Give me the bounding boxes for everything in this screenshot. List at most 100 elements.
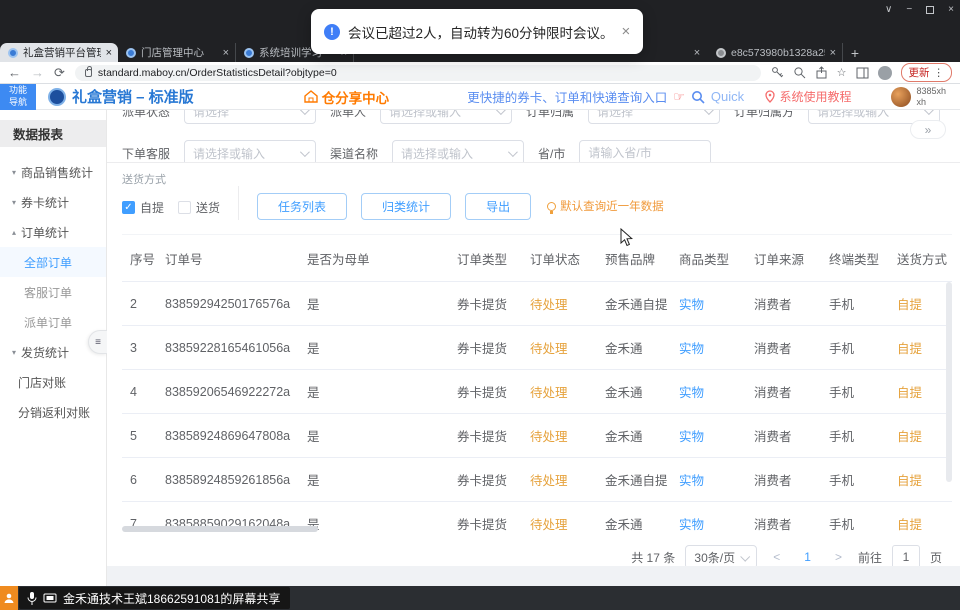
category-stats-button[interactable]: 归类统计 bbox=[361, 193, 451, 220]
table-row: 483859206546922272a是券卡提货待处理金禾通实物消费者手机自提 bbox=[122, 370, 952, 414]
product-type-link[interactable]: 实物 bbox=[669, 470, 744, 489]
sidebar-item-service-orders[interactable]: 客服订单 bbox=[0, 277, 106, 307]
share-icon[interactable] bbox=[815, 66, 828, 79]
chevron-down-icon bbox=[740, 551, 750, 561]
sidebar-item-coupon-stats[interactable]: ▾ 券卡统计 bbox=[0, 187, 106, 217]
table-cell: 待处理 bbox=[520, 338, 595, 357]
column-header: 订单来源 bbox=[744, 249, 819, 268]
new-tab-button[interactable]: + bbox=[843, 43, 867, 62]
quick-search-entry[interactable]: 更快捷的券卡、订单和快递查询入口 ☞ Quick bbox=[467, 87, 744, 106]
minimize-button[interactable]: − bbox=[906, 4, 912, 15]
horizontal-scrollbar[interactable] bbox=[122, 526, 318, 532]
product-type-link[interactable]: 实物 bbox=[669, 294, 744, 313]
zoom-icon[interactable] bbox=[793, 66, 806, 79]
table-cell: 2 bbox=[122, 297, 155, 311]
browser-tab[interactable]: 门店管理中心 × bbox=[118, 43, 236, 62]
sidebar-collapse-handle[interactable]: ≡ bbox=[88, 330, 107, 354]
sidebar-item-product-sales[interactable]: ▾ 商品销售统计 bbox=[0, 157, 106, 187]
table-cell: 金禾通 bbox=[595, 338, 669, 357]
next-page-icon[interactable]: > bbox=[829, 550, 848, 564]
task-list-button[interactable]: 任务列表 bbox=[257, 193, 347, 220]
table-cell: 消费者 bbox=[744, 294, 819, 313]
participant-icon[interactable] bbox=[0, 586, 18, 610]
dispatch-status-select[interactable]: 请选择 bbox=[184, 110, 316, 124]
delivery-checkbox[interactable]: 送货 bbox=[178, 199, 220, 216]
table-cell: 消费者 bbox=[744, 382, 819, 401]
profile-avatar-icon[interactable] bbox=[878, 66, 892, 80]
table-cell: 自提 bbox=[887, 470, 952, 489]
browser-tab[interactable]: e8c573980b1328a258fd2e6f8 × bbox=[708, 43, 843, 62]
current-page[interactable]: 1 bbox=[796, 550, 819, 564]
table-cell: 6 bbox=[122, 473, 155, 487]
forward-icon[interactable]: → bbox=[31, 66, 44, 79]
table-cell: 券卡提货 bbox=[447, 514, 520, 533]
tab-close-icon[interactable]: × bbox=[686, 43, 708, 62]
order-service-select[interactable]: 请选择或输入 bbox=[184, 140, 316, 162]
side-panel-icon[interactable] bbox=[856, 67, 869, 79]
table-cell: 券卡提货 bbox=[447, 294, 520, 313]
screen-share-pill[interactable]: 金禾通技术王斌18662591081的屏幕共享 bbox=[19, 587, 290, 609]
lock-icon bbox=[85, 69, 92, 77]
pickup-checkbox[interactable]: ✓ 自提 bbox=[122, 199, 164, 216]
product-type-link[interactable]: 实物 bbox=[669, 382, 744, 401]
sidebar-item-rebate-reconciliation[interactable]: 分销返利对账 bbox=[0, 397, 106, 427]
product-type-link[interactable]: 实物 bbox=[669, 514, 744, 533]
site-favicon-icon bbox=[244, 48, 254, 58]
sidebar-item-store-reconciliation[interactable]: 门店对账 bbox=[0, 367, 106, 397]
warehouse-share-center-link[interactable]: 仓分享中心 bbox=[304, 87, 390, 107]
sidebar-item-label: 分销返利对账 bbox=[18, 404, 90, 421]
browser-update-button[interactable]: 更新 ⋮ bbox=[901, 63, 953, 82]
notification-close-icon[interactable]: × bbox=[622, 23, 631, 40]
prev-page-icon[interactable]: < bbox=[767, 550, 786, 564]
table-cell: 待处理 bbox=[520, 470, 595, 489]
province-city-input[interactable] bbox=[579, 140, 711, 162]
channel-name-select[interactable]: 请选择或输入 bbox=[392, 140, 524, 162]
tab-search-icon[interactable]: ∨ bbox=[885, 4, 892, 15]
sidebar-item-label: 全部订单 bbox=[24, 254, 72, 271]
reload-icon[interactable]: ⟳ bbox=[54, 66, 65, 79]
menu-kebab-icon[interactable]: ⋮ bbox=[934, 67, 945, 79]
system-tutorial-link[interactable]: 系统使用教程 bbox=[765, 88, 851, 105]
export-button[interactable]: 导出 bbox=[465, 193, 531, 220]
table-cell: 待处理 bbox=[520, 294, 595, 313]
sidebar-item-all-orders[interactable]: 全部订单 bbox=[0, 247, 106, 277]
browser-tab-active[interactable]: 礼盒营销平台管理中心 × bbox=[0, 43, 118, 62]
column-header: 订单类型 bbox=[447, 249, 520, 268]
table-row: 383859228165461056a是券卡提货待处理金禾通实物消费者手机自提 bbox=[122, 326, 952, 370]
back-icon[interactable]: ← bbox=[8, 66, 21, 79]
table-cell: 券卡提货 bbox=[447, 382, 520, 401]
delivery-method-label: 送货方式 bbox=[122, 171, 220, 187]
close-window-button[interactable]: × bbox=[948, 4, 954, 15]
maximize-button[interactable] bbox=[926, 6, 934, 14]
divider bbox=[238, 186, 239, 220]
order-owner-select[interactable]: 请选择 bbox=[588, 110, 720, 124]
bulb-icon bbox=[547, 202, 556, 211]
product-type-link[interactable]: 实物 bbox=[669, 338, 744, 357]
bookmark-star-icon[interactable]: ☆ bbox=[837, 66, 847, 79]
expand-filters-button[interactable]: » bbox=[910, 120, 946, 139]
total-count: 共 17 条 bbox=[631, 549, 675, 566]
sidebar-item-dispatch-orders[interactable]: 派单订单 bbox=[0, 307, 106, 337]
site-favicon-icon bbox=[8, 48, 18, 58]
chevron-down-icon bbox=[704, 110, 714, 115]
product-type-link[interactable]: 实物 bbox=[669, 426, 744, 445]
address-bar[interactable]: standard.maboy.cn/OrderStatisticsDetail?… bbox=[75, 65, 761, 81]
table-cell: 是 bbox=[297, 382, 447, 401]
tab-close-icon[interactable]: × bbox=[106, 47, 112, 59]
vertical-scrollbar[interactable] bbox=[946, 282, 952, 482]
key-icon[interactable] bbox=[771, 66, 784, 79]
table-cell: 券卡提货 bbox=[447, 426, 520, 445]
meeting-notification: ! 会议已超过2人，自动转为60分钟限时会议。 × bbox=[311, 9, 643, 54]
tab-close-icon[interactable]: × bbox=[830, 47, 836, 59]
toolbar-icons: ☆ 更新 ⋮ bbox=[771, 63, 952, 82]
dispatcher-select[interactable]: 请选择或输入 bbox=[380, 110, 512, 124]
user-account[interactable]: 8385xh xh bbox=[891, 86, 946, 107]
tab-close-icon[interactable]: × bbox=[223, 47, 229, 59]
column-header: 序号 bbox=[122, 249, 155, 268]
sidebar-item-order-stats[interactable]: ▴ 订单统计 bbox=[0, 217, 106, 247]
location-pin-icon bbox=[765, 90, 775, 103]
table-cell: 是 bbox=[297, 426, 447, 445]
function-nav-button[interactable]: 功能 导航 bbox=[0, 84, 36, 110]
table-cell: 4 bbox=[122, 385, 155, 399]
order-table: 序号订单号是否为母单订单类型订单状态预售品牌商品类型订单来源终端类型送货方式 2… bbox=[122, 234, 952, 535]
